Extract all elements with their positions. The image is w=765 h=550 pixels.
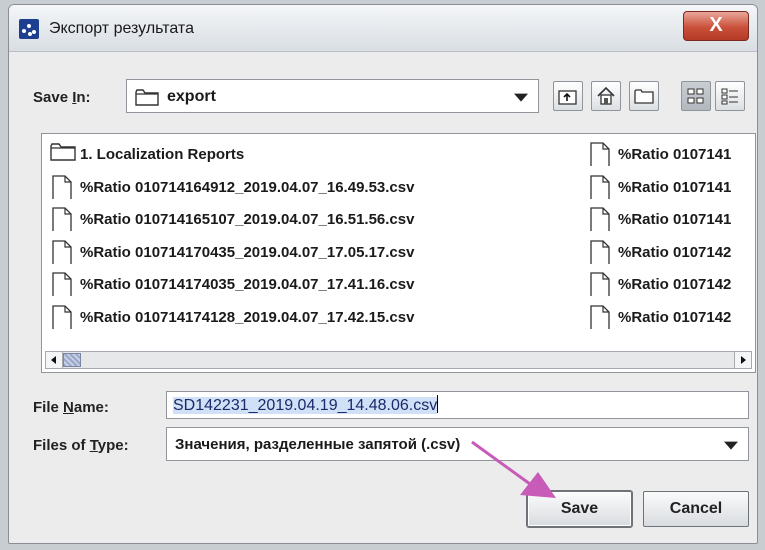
file-icon: [52, 239, 72, 264]
file-icon: [590, 304, 610, 329]
list-view-button[interactable]: [681, 81, 711, 111]
folder-icon: [135, 89, 159, 106]
save-button[interactable]: Save: [527, 491, 632, 527]
file-item[interactable]: %Ratio 0107142: [588, 304, 755, 329]
file-item[interactable]: %Ratio 0107141: [588, 142, 755, 166]
file-icon: [52, 304, 72, 329]
folder-item[interactable]: 1. Localization Reports: [50, 142, 570, 166]
file-icon: [590, 174, 610, 199]
app-icon: [19, 19, 39, 39]
cancel-button[interactable]: Cancel: [643, 491, 749, 527]
home-icon: [597, 86, 615, 105]
file-item[interactable]: %Ratio 010714174128_2019.04.07_17.42.15.…: [50, 304, 570, 329]
file-item-label: %Ratio 0107142: [618, 308, 732, 326]
file-item[interactable]: %Ratio 0107142: [588, 239, 755, 264]
file-item-label: %Ratio 0107141: [618, 178, 732, 196]
up-folder-button[interactable]: [553, 81, 583, 111]
close-button[interactable]: X: [683, 11, 749, 41]
new-folder-icon: [634, 89, 654, 104]
title-bar: Экспорт результата X: [9, 5, 757, 52]
file-item-label: %Ratio 0107141: [618, 211, 732, 228]
file-item-label: 1. Localization Reports: [80, 146, 245, 163]
window-title: Экспорт результата: [49, 20, 194, 37]
list-view-icon: [687, 88, 704, 104]
file-item[interactable]: %Ratio 010714165107_2019.04.07_16.51.56.…: [50, 207, 570, 231]
file-item-label: %Ratio 0107142: [618, 243, 732, 261]
save-in-combo[interactable]: export: [126, 79, 539, 113]
file-icon: [590, 272, 610, 296]
file-item[interactable]: %Ratio 010714174035_2019.04.07_17.41.16.…: [50, 272, 570, 296]
details-view-button[interactable]: [715, 81, 745, 111]
file-icon: [52, 207, 72, 231]
file-list[interactable]: 1. Localization Reports %Ratio 0107141649…: [41, 133, 756, 373]
file-icon: [590, 142, 610, 166]
file-item-label: %Ratio 010714174035_2019.04.07_17.41.16.…: [80, 276, 415, 293]
file-item[interactable]: %Ratio 0107141: [588, 174, 755, 199]
up-folder-icon: [558, 90, 577, 105]
export-dialog: Экспорт результата X Save In: export 1. …: [8, 4, 758, 544]
scroll-left-button[interactable]: [46, 352, 63, 368]
file-item-label: %Ratio 010714170435_2019.04.07_17.05.17.…: [80, 243, 415, 261]
home-button[interactable]: [591, 81, 621, 111]
horizontal-scrollbar[interactable]: [45, 351, 752, 369]
file-item-label: %Ratio 0107141: [618, 146, 732, 163]
details-view-icon: [721, 88, 738, 105]
folder-icon: [50, 143, 76, 161]
file-name-label: File Name:: [33, 399, 109, 416]
file-type-value: Значения, разделенные запятой (.csv): [175, 436, 461, 453]
file-icon: [590, 207, 610, 231]
scroll-thumb[interactable]: [63, 353, 81, 367]
file-icon: [52, 174, 72, 199]
new-folder-button[interactable]: [629, 81, 659, 111]
file-item[interactable]: %Ratio 0107141: [588, 207, 755, 231]
file-item-label: %Ratio 010714164912_2019.04.07_16.49.53.…: [80, 178, 415, 196]
save-in-value: export: [167, 88, 216, 105]
file-item[interactable]: %Ratio 010714164912_2019.04.07_16.49.53.…: [50, 174, 570, 199]
file-type-combo[interactable]: Значения, разделенные запятой (.csv): [166, 427, 749, 461]
file-item-label: %Ratio 010714165107_2019.04.07_16.51.56.…: [80, 211, 415, 228]
file-type-label: Files of Type:: [33, 437, 129, 454]
file-icon: [590, 239, 610, 264]
file-item[interactable]: %Ratio 0107142: [588, 272, 755, 296]
file-icon: [52, 272, 72, 296]
file-item-label: %Ratio 0107142: [618, 276, 732, 293]
save-in-label: Save In:: [33, 89, 91, 106]
text-caret: [437, 395, 439, 413]
scroll-right-button[interactable]: [734, 352, 751, 368]
file-item[interactable]: %Ratio 010714170435_2019.04.07_17.05.17.…: [50, 239, 570, 264]
file-name-field[interactable]: SD142231_2019.04.19_14.48.06.csv: [166, 391, 749, 419]
chevron-down-icon[interactable]: [724, 441, 738, 450]
chevron-down-icon[interactable]: [514, 93, 528, 102]
file-item-label: %Ratio 010714174128_2019.04.07_17.42.15.…: [80, 308, 415, 326]
